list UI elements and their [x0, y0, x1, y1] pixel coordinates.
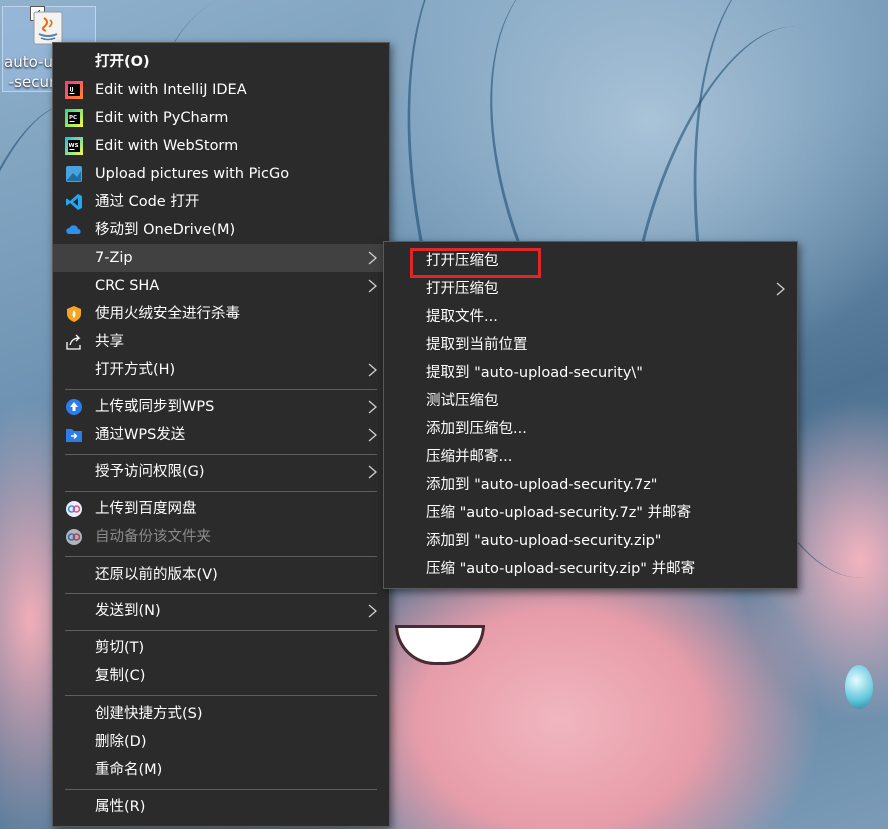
menu-separator	[65, 695, 377, 696]
chevron-right-icon	[368, 597, 377, 625]
svg-text:IJ: IJ	[70, 87, 74, 93]
share-icon	[66, 334, 81, 350]
vscode-icon	[66, 194, 82, 210]
menu-item-delete[interactable]: 删除(D)	[53, 728, 389, 756]
intellij-icon: IJ	[65, 81, 83, 99]
chevron-right-icon	[368, 458, 377, 486]
7zip-submenu: 打开压缩包 打开压缩包 提取文件... 提取到当前位置 提取到 "auto-up…	[383, 241, 798, 589]
svg-text:WS: WS	[69, 143, 79, 149]
picgo-icon	[66, 166, 82, 182]
chevron-right-icon	[776, 275, 785, 303]
baidu-netdisk-icon	[66, 501, 82, 517]
zip-item-compress-7z-email[interactable]: 压缩 "auto-upload-security.7z" 并邮寄	[384, 499, 797, 527]
zip-item-test-archive[interactable]: 测试压缩包	[384, 387, 797, 415]
chevron-right-icon	[368, 393, 377, 421]
huorong-shield-icon	[67, 306, 81, 322]
menu-separator	[65, 454, 377, 455]
menu-item-share[interactable]: 共享	[53, 328, 389, 356]
menu-item-open[interactable]: 打开(O)	[53, 48, 389, 76]
menu-item-intellij[interactable]: IJ Edit with IntelliJ IDEA	[53, 76, 389, 104]
chevron-right-icon	[368, 272, 377, 300]
menu-item-properties[interactable]: 属性(R)	[53, 793, 389, 821]
menu-separator	[65, 491, 377, 492]
menu-separator	[65, 556, 377, 557]
menu-item-baidu-backup: 自动备份该文件夹	[53, 523, 389, 551]
menu-separator	[65, 593, 377, 594]
zip-item-extract-to-folder[interactable]: 提取到 "auto-upload-security\"	[384, 359, 797, 387]
menu-item-create-shortcut[interactable]: 创建快捷方式(S)	[53, 700, 389, 728]
baidu-netdisk-icon	[66, 529, 82, 545]
zip-item-extract-here[interactable]: 提取到当前位置	[384, 331, 797, 359]
menu-item-open-with[interactable]: 打开方式(H)	[53, 356, 389, 384]
svg-text:PC: PC	[69, 115, 77, 121]
menu-item-webstorm[interactable]: WS Edit with WebStorm	[53, 132, 389, 160]
menu-item-grant-access[interactable]: 授予访问权限(G)	[53, 458, 389, 486]
menu-item-copy[interactable]: 复制(C)	[53, 662, 389, 690]
menu-item-rename[interactable]: 重命名(M)	[53, 756, 389, 784]
webstorm-icon: WS	[65, 137, 83, 155]
chevron-right-icon	[368, 421, 377, 449]
menu-item-crc-sha[interactable]: CRC SHA	[53, 272, 389, 300]
menu-item-wps-send[interactable]: 通过WPS发送	[53, 421, 389, 449]
menu-item-huorong-scan[interactable]: 使用火绒安全进行杀毒	[53, 300, 389, 328]
menu-item-onedrive[interactable]: 移动到 OneDrive(M)	[53, 216, 389, 244]
zip-item-add-to-7z[interactable]: 添加到 "auto-upload-security.7z"	[384, 471, 797, 499]
menu-item-pycharm[interactable]: PC Edit with PyCharm	[53, 104, 389, 132]
menu-item-wps-sync[interactable]: 上传或同步到WPS	[53, 393, 389, 421]
menu-item-7zip[interactable]: 7-Zip	[53, 244, 389, 272]
chevron-right-icon	[368, 356, 377, 384]
zip-item-open-archive-sub[interactable]: 打开压缩包	[384, 275, 797, 303]
menu-item-picgo[interactable]: Upload pictures with PicGo	[53, 160, 389, 188]
menu-item-vscode[interactable]: 通过 Code 打开	[53, 188, 389, 216]
highlight-annotation-box	[410, 248, 541, 278]
java-file-icon	[33, 11, 63, 45]
menu-item-cut[interactable]: 剪切(T)	[53, 634, 389, 662]
zip-item-add-to-archive[interactable]: 添加到压缩包...	[384, 415, 797, 443]
zip-item-compress-zip-email[interactable]: 压缩 "auto-upload-security.zip" 并邮寄	[384, 555, 797, 583]
context-menu: 打开(O) IJ Edit with IntelliJ IDEA PC Edit…	[52, 42, 390, 827]
menu-separator	[65, 630, 377, 631]
menu-item-baidu-upload[interactable]: 上传到百度网盘	[53, 495, 389, 523]
chevron-right-icon	[368, 244, 377, 272]
menu-item-send-to[interactable]: 发送到(N)	[53, 597, 389, 625]
menu-item-restore-versions[interactable]: 还原以前的版本(V)	[53, 561, 389, 589]
pycharm-icon: PC	[65, 109, 83, 127]
wps-send-icon	[66, 429, 82, 442]
zip-item-add-to-zip[interactable]: 添加到 "auto-upload-security.zip"	[384, 527, 797, 555]
menu-separator	[65, 389, 377, 390]
menu-separator	[65, 789, 377, 790]
wps-cloud-icon	[66, 399, 82, 415]
zip-item-compress-email[interactable]: 压缩并邮寄...	[384, 443, 797, 471]
onedrive-icon	[66, 225, 81, 234]
zip-item-extract-files[interactable]: 提取文件...	[384, 303, 797, 331]
